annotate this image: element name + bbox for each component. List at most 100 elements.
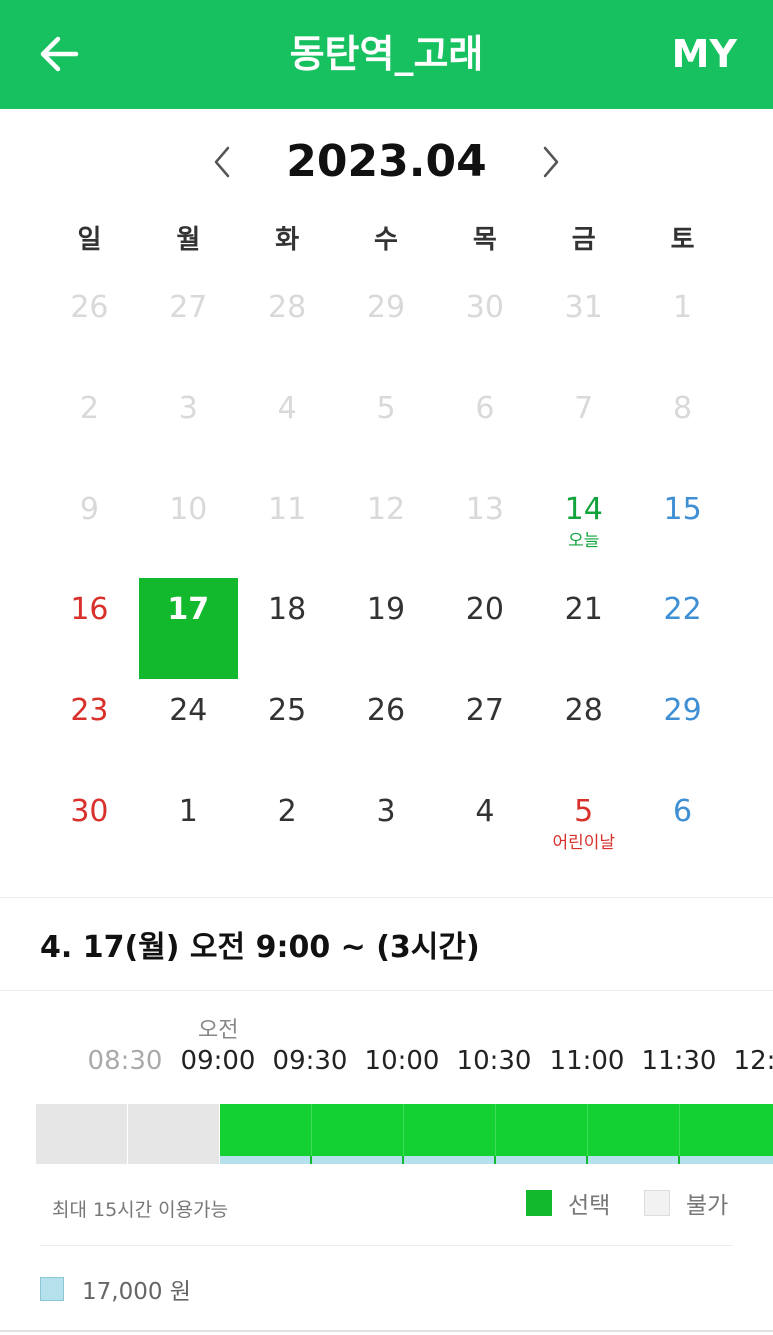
day-number: 28 [268,290,307,325]
day-number: 4 [475,793,495,829]
weekday-wed: 수 [374,225,398,255]
calendar-day: 7 [534,361,633,462]
calendar-day[interactable]: 18 [238,562,337,663]
day-number: 13 [465,491,504,527]
time-tick: 12:00 [733,1046,773,1076]
day-number: 2 [277,793,297,829]
weekday-header: 일 월 화 수 목 금 토 [40,218,732,262]
calendar-day: 26 [40,260,139,361]
day-number: 17 [167,592,210,628]
divider [0,897,773,898]
day-number: 29 [366,290,406,325]
calendar-day[interactable]: 1 [139,764,238,865]
calendar-day[interactable]: 24 [139,663,238,764]
slot-tick [586,1156,588,1164]
today-label: 오늘 [568,530,600,551]
slot-divider [679,1104,680,1156]
calendar-day[interactable]: 28 [534,663,633,764]
app-header: 동탄역_고래 MY [0,0,773,109]
calendar-week: 9 10 11 12 13 14 오늘 15 [40,462,732,563]
day-number: 1 [178,793,198,829]
slot-tick [494,1156,496,1164]
weekday-tue: 화 [275,225,300,255]
calendar-day: 9 [40,462,139,563]
calendar-day[interactable]: 23 [40,663,139,764]
calendar-day: 3 [139,361,238,462]
calendar-week: 30 1 2 3 4 5 어린이날 6 [40,764,732,865]
divider [40,1245,733,1246]
price-legend: 17,000 원 [40,1272,191,1306]
day-number: 19 [366,592,406,628]
calendar-day[interactable]: 19 [337,562,436,663]
divider [0,990,773,991]
day-number: 1 [673,290,693,325]
calendar-day[interactable]: 15 [633,462,732,563]
calendar-week: 23 24 25 26 27 28 29 [40,663,732,764]
chevron-right-icon[interactable] [533,142,569,182]
calendar-day[interactable]: 3 [337,764,436,865]
day-number: 27 [169,290,208,325]
day-number: 11 [268,491,307,527]
divider [0,1330,773,1332]
calendar-day[interactable]: 22 [633,562,732,663]
unavailable-swatch-icon [644,1190,670,1216]
slot-divider [403,1104,404,1156]
day-number: 6 [673,793,693,829]
calendar-day[interactable]: 5 어린이날 [534,764,633,865]
weekday-sun: 일 [77,225,102,255]
day-number: 4 [277,390,297,426]
calendar-week: 16 17 18 19 20 21 22 [40,562,732,680]
calendar-day[interactable]: 29 [633,663,732,764]
calendar-day[interactable]: 26 [337,663,436,764]
day-number: 15 [663,491,702,527]
day-number: 23 [70,693,109,729]
slot-tick [678,1156,680,1164]
legend-unavailable: 불가 [644,1186,728,1220]
calendar-day[interactable]: 20 [435,562,534,663]
calendar-day: 6 [435,361,534,462]
time-tick: 11:00 [549,1046,625,1076]
day-number: 10 [169,491,208,527]
calendar-day: 29 [337,260,436,361]
calendar-day[interactable]: 6 [633,764,732,865]
calendar-day: 10 [139,462,238,563]
max-use-note: 최대 15시간 이용가능 [52,1199,229,1221]
calendar-day[interactable]: 17 [138,562,238,680]
time-tick: 09:00 [180,1046,256,1076]
calendar-day[interactable]: 30 [40,764,139,865]
calendar-day: 5 [337,361,436,462]
calendar-day: 1 [633,260,732,361]
price-label: 17,000 원 [82,1279,191,1305]
weekday-thu: 목 [472,225,497,255]
calendar-day: 27 [139,260,238,361]
day-number: 24 [169,693,208,729]
day-number: 12 [366,491,406,527]
day-number: 26 [70,290,109,325]
slot-divider [495,1104,496,1156]
calendar-day[interactable]: 25 [238,663,337,764]
time-slot-timeline[interactable]: 오전 08:30 09:00 09:30 10:00 10:30 11:00 1… [0,1010,773,1180]
month-navigation: 2023.04 [0,130,773,194]
calendar-day[interactable]: 14 오늘 [534,462,633,563]
day-number: 20 [465,592,504,628]
slot-tick [310,1156,312,1164]
holiday-label: 어린이날 [552,832,615,853]
month-label: 2023.04 [286,136,487,187]
calendar-day[interactable]: 21 [534,562,633,663]
selected-slots[interactable] [220,1104,773,1156]
calendar-day[interactable]: 2 [238,764,337,865]
day-number: 9 [79,491,99,527]
page-title: 동탄역_고래 [289,32,484,76]
my-button[interactable]: MY [672,30,737,78]
day-number: 29 [663,693,702,729]
calendar-day: 28 [238,260,337,361]
day-number: 26 [366,693,406,729]
calendar-day[interactable]: 16 [40,562,139,663]
slot-tick [402,1156,404,1164]
time-tick: 11:30 [641,1046,717,1076]
day-number: 3 [376,793,396,829]
calendar-day[interactable]: 27 [435,663,534,764]
selected-swatch-icon [526,1190,552,1216]
calendar-day[interactable]: 4 [435,764,534,865]
price-swatch-icon [40,1277,64,1301]
